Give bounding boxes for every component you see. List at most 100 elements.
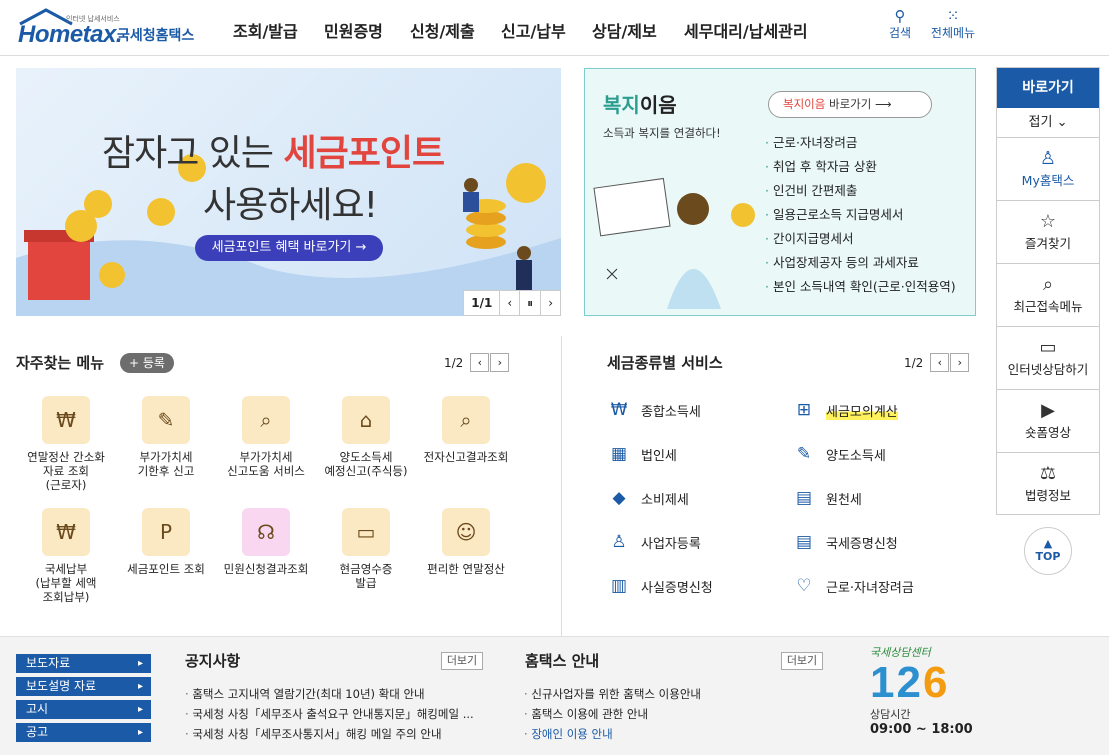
welfare-item[interactable]: 간이지급명세서 — [765, 227, 956, 251]
tax-service-item[interactable]: ₩ 종합소득세 — [606, 397, 701, 423]
favorite-item[interactable]: ₩ 연말정산 간소화 자료 조회 (근로자) — [16, 396, 116, 492]
guide-more-button[interactable]: 더보기 — [781, 652, 823, 670]
nav-report-pay[interactable]: 신고/납부 — [501, 18, 566, 42]
guide-item[interactable]: 홈택스 이용에 관한 안내 — [524, 704, 701, 724]
welfare-item[interactable]: 근로·자녀장려금 — [765, 131, 956, 155]
tax-service-item[interactable]: ▥ 사실증명신청 — [606, 573, 713, 599]
tax-point-shortcut-button[interactable]: 세금포인트 혜택 바로가기 → — [195, 235, 383, 261]
money-bag-icon: ₩ — [42, 396, 90, 444]
notice-title: 공지사항 — [185, 652, 241, 670]
all-menu-button[interactable]: ⁙ 전체메뉴 — [928, 8, 978, 41]
banner-title-line1: 잠자고 있는 세금포인트 — [102, 133, 446, 174]
money-bag-icon: ₩ — [42, 508, 90, 556]
welfare-title: 복지이음 — [603, 93, 677, 117]
play-icon: ▶ — [1041, 400, 1055, 421]
favorite-item[interactable]: ☊ 민원신청결과조회 — [216, 508, 316, 576]
favorites-next-button[interactable]: › — [490, 353, 510, 372]
logo-korean: 국세청홈택스 — [117, 28, 195, 44]
register-favorite-button[interactable]: + 등록 — [120, 353, 174, 373]
welfare-item[interactable]: 인건비 간편제출 — [765, 179, 956, 203]
banner-highlight: 세금포인트 — [283, 133, 446, 174]
quick-favorites[interactable]: ☆ 즐겨찾기 — [997, 201, 1099, 264]
consult-center-number: 126 — [870, 658, 950, 707]
nav-consult-report[interactable]: 상담/제보 — [592, 18, 657, 42]
receipt-icon: ▭ — [342, 508, 390, 556]
calculator-icon: ⊞ — [796, 400, 812, 420]
tax-service-item[interactable]: ♡ 근로·자녀장려금 — [791, 573, 913, 599]
quick-shortform-video[interactable]: ▶ 숏폼영상 — [997, 390, 1099, 453]
tax-service-item[interactable]: ▤ 국세증명신청 — [791, 529, 898, 555]
tax-simulation-link[interactable]: ⊞ 세금모의계산 — [791, 397, 898, 423]
scroll-top-button[interactable]: ▲ TOP — [1024, 527, 1072, 575]
smile-won-icon: ☺ — [442, 508, 490, 556]
welfare-shortcut-button[interactable]: 복지이음 바로가기 ⟶ — [768, 91, 932, 118]
section-divider — [561, 336, 562, 636]
notice-item[interactable]: 국세청 사칭「세무조사통지서」해킹 메일 주의 안내 — [185, 724, 474, 744]
favorite-item[interactable]: ☺ 편리한 연말정산 — [416, 508, 516, 576]
welfare-subtitle: 소득과 복지를 연결하다! — [603, 126, 721, 140]
hometax-logo[interactable]: 인터넷 납세서비스 Hometax. 국세청홈택스 — [16, 8, 201, 48]
guide-title: 홈택스 안내 — [525, 652, 600, 670]
tax-consult-center: 국세상담센터 126 상담시간 09:00 ~ 18:00 — [870, 644, 980, 752]
person-icon: ♙ — [611, 532, 627, 552]
quick-menu-fold-button[interactable]: 접기 ⌄ — [997, 108, 1099, 138]
tax-services-next-button[interactable]: › — [950, 353, 970, 372]
nav-inquiry-issue[interactable]: 조회/발급 — [233, 18, 298, 42]
favorite-item[interactable]: ₩ 국세납부 (납부할 세액 조회납부) — [16, 508, 116, 604]
welfare-list: 근로·자녀장려금 취업 후 학자금 상환 인건비 간편제출 일용근로소득 지급명… — [765, 131, 956, 299]
welfare-item[interactable]: 취업 후 학자금 상환 — [765, 155, 956, 179]
tax-service-item[interactable]: ♙ 사업자등록 — [606, 529, 700, 555]
welfare-item[interactable]: 본인 소득내역 확인(근로·인적용역) — [765, 275, 956, 299]
monitor-check-icon: ▭ — [1039, 337, 1057, 358]
nav-tax-agent[interactable]: 세무대리/납세관리 — [684, 18, 808, 42]
announcement-button[interactable]: 공고 — [16, 723, 151, 742]
notice-item[interactable]: 국세청 사칭「세무조사 출석요구 안내통지문」해킹메일 ... — [185, 704, 473, 724]
press-explanation-button[interactable]: 보도설명 자료 — [16, 677, 151, 696]
favorite-item[interactable]: ✎ 부가가치세 기한후 신고 — [116, 396, 216, 478]
notice-more-button[interactable]: 더보기 — [441, 652, 483, 670]
diamond-icon: ◆ — [612, 488, 626, 508]
document-search-icon: ⌕ — [242, 396, 290, 444]
tax-service-item[interactable]: ▤ 원천세 — [791, 485, 862, 511]
quick-my-hometax[interactable]: ♙ My홈택스 — [997, 138, 1099, 201]
tax-services-prev-button[interactable]: ‹ — [930, 353, 950, 372]
welfare-item[interactable]: 사업장제공자 등의 과세자료 — [765, 251, 956, 275]
press-release-button[interactable]: 보도자료 — [16, 654, 151, 673]
user-icon: ♙ — [1039, 148, 1057, 169]
quick-internet-consult[interactable]: ▭ 인터넷상담하기 — [997, 327, 1099, 390]
headset-icon: ☊ — [242, 508, 290, 556]
quick-menu: 바로가기 접기 ⌄ ♙ My홈택스 ☆ 즐겨찾기 ⌕ 최근접속메뉴 ▭ 인터넷상담하기 … — [996, 67, 1100, 515]
guide-list: 신규사업자를 위한 홈택스 이용안내 홈택스 이용에 관한 안내 장애인 이용 … — [524, 684, 701, 744]
guide-item[interactable]: 장애인 이용 안내 — [524, 724, 701, 744]
top-header: 인터넷 납세서비스 Hometax. 국세청홈택스 조회/발급 민원증명 신청/… — [0, 0, 1109, 56]
search-label: 검색 — [888, 26, 912, 40]
tax-services-pager: 1/2 ‹ › — [904, 353, 970, 372]
tax-service-item[interactable]: ▦ 법인세 — [606, 441, 677, 467]
all-menu-label: 전체메뉴 — [930, 26, 976, 40]
welfare-item[interactable]: 일용근로소득 지급명세서 — [765, 203, 956, 227]
banner-pause-button[interactable]: ⏸ — [519, 291, 540, 315]
search-button[interactable]: ⚲ 검색 — [886, 8, 914, 41]
favorite-item[interactable]: ▭ 현금영수증 발급 — [316, 508, 416, 590]
guide-item[interactable]: 신규사업자를 위한 홈택스 이용안내 — [524, 684, 701, 704]
quick-law-info[interactable]: ⚖ 법령정보 — [997, 453, 1099, 516]
favorites-title: 자주찾는 메뉴 — [16, 354, 105, 372]
favorite-item[interactable]: ⌂ 양도소득세 예정신고(주식등) — [316, 396, 416, 478]
banner-prev-button[interactable]: ‹ — [499, 291, 519, 315]
consult-hours-label: 상담시간 — [870, 708, 911, 721]
notification-button[interactable]: 고시 — [16, 700, 151, 719]
favorite-item[interactable]: P 세금포인트 조회 — [116, 508, 216, 576]
tax-service-item[interactable]: ✎ 양도소득세 — [791, 441, 886, 467]
tax-service-item[interactable]: ◆ 소비제세 — [606, 485, 688, 511]
nav-apply-submit[interactable]: 신청/제출 — [410, 18, 475, 42]
welfare-illustration — [593, 177, 755, 309]
banner-next-button[interactable]: › — [540, 291, 560, 315]
recent-search-icon: ⌕ — [1042, 274, 1054, 295]
notice-item[interactable]: 홈택스 고지내역 열람기간(최대 10년) 확대 안내 — [185, 684, 474, 704]
quick-recent-menu[interactable]: ⌕ 최근접속메뉴 — [997, 264, 1099, 327]
favorite-item[interactable]: ⌕ 부가가치세 신고도움 서비스 — [216, 396, 316, 478]
favorite-item[interactable]: ⌕ 전자신고결과조회 — [416, 396, 516, 464]
favorites-prev-button[interactable]: ‹ — [470, 353, 490, 372]
nav-civil-certificate[interactable]: 민원증명 — [324, 18, 383, 42]
tax-point-banner[interactable]: 잠자고 있는 세금포인트 사용하세요! 세금포인트 혜택 바로가기 → 1/1 … — [16, 68, 561, 316]
